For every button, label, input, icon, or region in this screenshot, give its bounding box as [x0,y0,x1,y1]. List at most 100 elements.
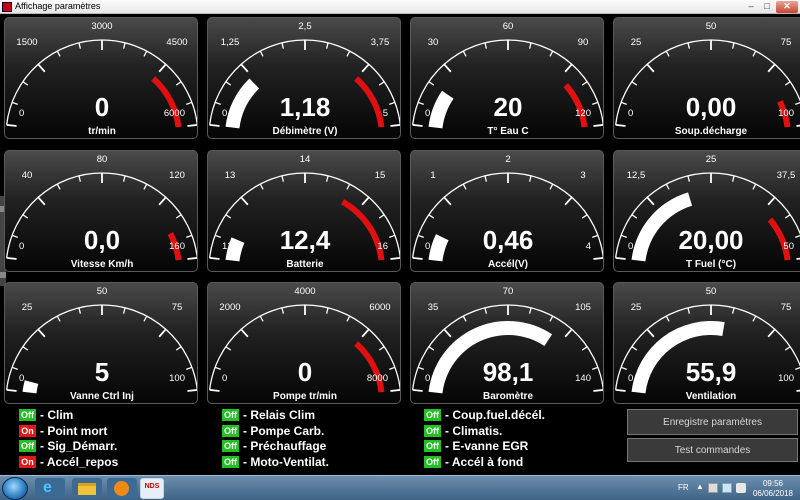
strip-knob[interactable] [0,272,6,278]
gauge-minor-tick [325,42,329,49]
gauge-value-arc [428,90,454,129]
gauge-minor-tick [56,50,61,57]
gauge-minor-tick [389,234,396,239]
gauge-major-tick [37,196,46,206]
maximize-button[interactable]: □ [760,1,774,13]
gauge-minor-tick [56,183,61,190]
gauge-minor-tick [620,101,627,106]
gauge-8: 0 12,5 25 37,5 50 20,00 T Fuel (°C) [613,150,800,272]
gauge-major-tick [615,256,626,260]
gauge-tick-label: 120 [575,108,591,119]
gauge-12: 0 25 50 75 100 55,9 Ventilation [613,282,800,404]
gauge-tick-label: 0 [222,108,227,119]
gauge-value: 1,18 [280,92,331,122]
gauge-minor-tick [346,183,351,190]
gauge-11: 0 35 70 105 140 98,1 Baromètre [410,282,604,404]
gauge-major-tick [390,124,400,127]
gauge-tick-label: 0 [425,373,430,384]
gauge-10: 0 2000 4000 6000 8000 0 Pompe tr/min [207,282,401,404]
gauge-major-tick [646,63,655,73]
file-explorer-icon[interactable] [72,478,102,499]
save-parameters-button[interactable]: Enregistre paramètres [627,409,798,435]
taskbar-app-button[interactable]: NDS [140,478,164,499]
gauge-minor-tick [225,346,232,351]
gauge-minor-tick [752,183,757,190]
gauge-tick-label: 37,5 [777,170,796,181]
internet-explorer-icon[interactable]: e [35,478,65,499]
media-player-icon[interactable] [107,478,137,499]
gauge-major-tick [37,63,46,73]
gauge-dial: 0 1 2 3 4 0,46 Accél(V) [412,154,603,270]
test-commands-button[interactable]: Test commandes [627,438,798,462]
status-badge: Off [222,455,239,468]
gauge-minor-tick [428,214,435,219]
gauge-major-tick [796,124,800,127]
gauge-major-tick [443,196,452,206]
clock-date[interactable]: 06/06/2018 [748,489,798,498]
gauge-tick-label: 90 [578,37,589,48]
gauge-minor-tick [346,50,351,57]
gauge-tick-label: 80 [97,154,108,165]
gauge-minor-tick [795,366,800,371]
action-center-flag-icon[interactable] [708,483,718,493]
gauge-minor-tick [325,175,329,182]
gauge-major-tick [443,63,452,73]
gauge-tick-label: 160 [169,241,185,252]
gauge-tick-label: 0 [628,373,633,384]
gauge-minor-tick [795,234,800,239]
gauge-minor-tick [122,175,126,182]
gauge-minor-tick [631,81,638,86]
gauge-9: 0 25 50 75 100 5 Vanne Ctrl Inj [4,282,198,404]
gauge-tick-label: 50 [706,286,717,297]
gauge-minor-tick [428,81,435,86]
gauge-major-tick [564,196,573,206]
volume-icon[interactable] [736,483,746,493]
title-bar[interactable]: Affichage paramètres – □ ✕ [0,0,800,14]
gauge-tick-label: 5 [383,108,388,119]
gauge-minor-tick [78,307,82,314]
gauge-minor-tick [122,42,126,49]
clock-time[interactable]: 09:56 [748,479,798,488]
gauge-value-arc [22,259,37,262]
gauge-major-tick [209,256,220,260]
gauge-minor-tick [78,175,82,182]
gauge-major-tick [796,257,800,260]
gauge-tick-label: 2,5 [298,21,311,32]
gauge-tick-label: 0 [425,241,430,252]
gauge-minor-tick [281,307,285,314]
gauge-label: T° Eau C [487,126,528,137]
gauge-tick-label: 50 [97,286,108,297]
window-title: Affichage paramètres [15,1,101,11]
gauge-major-tick [361,63,370,73]
gauge-minor-tick [417,234,424,239]
gauge-tick-label: 75 [781,302,792,313]
minimize-button[interactable]: – [744,1,758,13]
gauge-tick-label: 25 [706,154,717,165]
gauge-label: Batterie [286,259,324,270]
gauge-redline [767,217,791,261]
close-button[interactable]: ✕ [776,1,798,13]
gauge-minor-tick [389,366,396,371]
gauge-tick-label: 8000 [367,373,388,384]
gauge-value: 20 [494,92,523,122]
gauge-major-tick [412,123,423,127]
gauge-minor-tick [175,214,182,219]
gauge-tick-label: 140 [575,373,591,384]
show-hidden-icons-icon[interactable]: ▲ [696,482,706,492]
gauge-tick-label: 15 [375,170,386,181]
start-button[interactable] [2,477,28,500]
gauge-tick-label: 0 [19,241,24,252]
gauge-major-tick [390,389,400,392]
language-indicator[interactable]: FR [678,483,689,492]
gauge-minor-tick [687,175,691,182]
network-icon[interactable] [722,483,732,493]
gauge-minor-tick [78,42,82,49]
gauge-minor-tick [22,214,29,219]
gauge-label: Débimètre (V) [272,126,337,137]
gauge-major-tick [564,63,573,73]
gauge-minor-tick [795,101,800,106]
gauge-tick-label: 25 [22,302,33,313]
gauge-major-tick [6,123,17,127]
gauge-tick-label: 50 [783,241,794,252]
gauge-minor-tick [631,214,638,219]
